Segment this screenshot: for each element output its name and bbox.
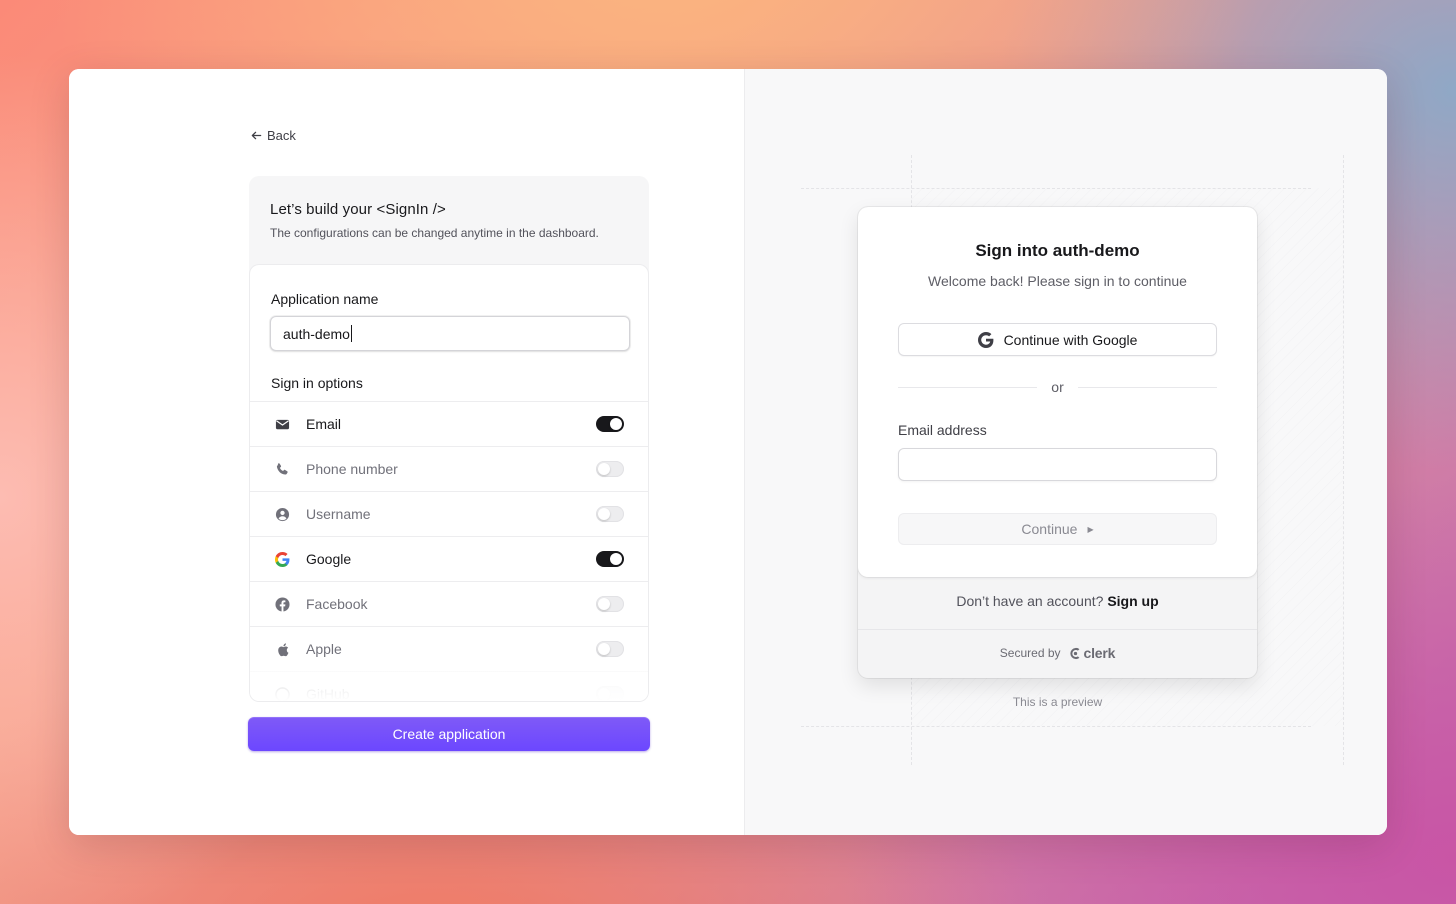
email-address-label: Email address	[898, 422, 987, 438]
option-phone: Phone number	[250, 446, 648, 491]
divider-line	[1077, 386, 1218, 388]
apple-icon	[274, 641, 290, 657]
divider-text: or	[1051, 379, 1064, 395]
option-label: Apple	[306, 641, 342, 657]
option-google: Google	[250, 536, 648, 581]
guide-line	[1343, 155, 1344, 765]
phone-toggle[interactable]	[596, 461, 624, 477]
continue-button[interactable]: Continue ▶	[898, 513, 1217, 545]
create-application-button[interactable]: Create application	[248, 717, 650, 751]
app-name-value: auth-demo	[283, 325, 350, 342]
caret-right-icon: ▶	[1087, 524, 1094, 534]
divider-line	[898, 386, 1038, 388]
app-name-input[interactable]: auth-demo	[270, 316, 630, 351]
option-label: Google	[306, 551, 352, 567]
secured-by-text: Secured by	[999, 646, 1061, 660]
option-label: Email	[306, 416, 342, 432]
sign-in-subtitle: Welcome back! Please sign in to continue	[928, 273, 1187, 289]
builder-card: Let’s build your <SignIn /> The configur…	[249, 176, 649, 702]
mail-icon	[274, 416, 290, 432]
facebook-icon	[274, 596, 290, 612]
back-label: Back	[267, 128, 296, 143]
sign-in-preview: Sign into auth-demo Welcome back! Please…	[858, 207, 1257, 678]
builder-subtitle: The configurations can be changed anytim…	[270, 226, 599, 240]
guide-line	[801, 188, 1311, 189]
username-toggle[interactable]	[596, 506, 624, 522]
sign-in-card: Sign into auth-demo Welcome back! Please…	[858, 207, 1257, 577]
facebook-toggle[interactable]	[596, 596, 624, 612]
option-label: Facebook	[306, 596, 368, 612]
google-toggle[interactable]	[596, 551, 624, 567]
preview-note: This is a preview	[1012, 695, 1103, 709]
clerk-wordmark: clerk	[1083, 645, 1116, 661]
builder-title: Let’s build your <SignIn />	[270, 201, 446, 218]
continue-with-google-button[interactable]: Continue with Google	[898, 323, 1217, 356]
option-label: Username	[306, 506, 371, 522]
option-apple: Apple	[250, 626, 648, 671]
option-label: GitHub	[306, 686, 350, 702]
sign-up-link[interactable]: Sign up	[1107, 593, 1158, 609]
arrow-left-icon	[251, 131, 262, 140]
sign-up-prompt: Don’t have an account? Sign up	[858, 593, 1257, 609]
option-github: GitHub	[250, 671, 648, 702]
footer-divider	[858, 629, 1257, 630]
preview-panel: Sign into auth-demo Welcome back! Please…	[745, 69, 1387, 835]
apple-toggle[interactable]	[596, 641, 624, 657]
option-label: Phone number	[306, 461, 398, 477]
builder-panel: Back Let’s build your <SignIn /> The con…	[69, 69, 745, 835]
builder-header: Let’s build your <SignIn /> The configur…	[249, 176, 649, 264]
option-facebook: Facebook	[250, 581, 648, 626]
clerk-logo[interactable]: clerk	[1069, 645, 1116, 661]
or-divider: or	[898, 379, 1218, 395]
app-window: Back Let’s build your <SignIn /> The con…	[69, 69, 1387, 835]
sign-in-options-label: Sign in options	[271, 375, 363, 391]
app-name-label: Application name	[271, 291, 379, 307]
back-link[interactable]: Back	[251, 128, 296, 143]
sign-in-title: Sign into auth-demo	[975, 241, 1140, 260]
guide-line	[801, 726, 1311, 727]
builder-form: Application name auth-demo Sign in optio…	[249, 264, 649, 702]
sign-in-options-list: Email Phone number Username Google Faceb…	[250, 401, 648, 702]
google-button-label: Continue with Google	[1003, 331, 1138, 348]
github-icon	[274, 686, 290, 701]
user-circle-icon	[274, 506, 290, 522]
google-g-icon	[977, 331, 993, 348]
email-address-input[interactable]	[898, 448, 1217, 481]
phone-icon	[274, 461, 290, 477]
email-toggle[interactable]	[596, 416, 624, 432]
google-icon	[274, 551, 290, 567]
continue-label: Continue	[1021, 521, 1078, 537]
clerk-logo-icon	[1069, 647, 1079, 659]
secured-by-footer: Secured by clerk	[858, 645, 1257, 661]
github-toggle[interactable]	[596, 686, 624, 701]
option-username: Username	[250, 491, 648, 536]
no-account-text: Don’t have an account?	[956, 593, 1104, 609]
option-email: Email	[250, 401, 648, 446]
text-caret	[350, 325, 352, 342]
